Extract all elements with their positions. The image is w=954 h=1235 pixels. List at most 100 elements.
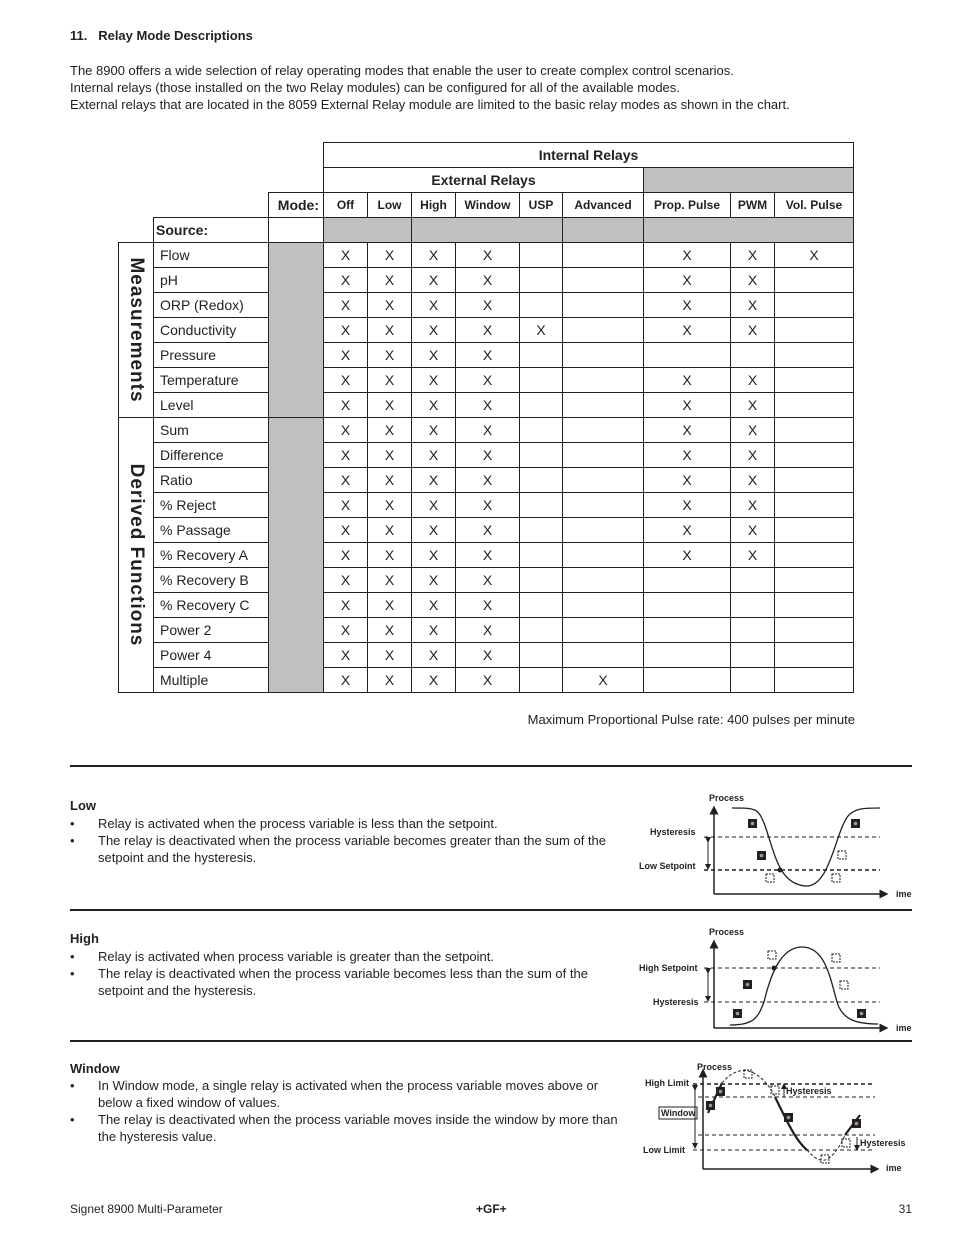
table-row: Ratio X X X X X X: [119, 467, 854, 493]
source-cell: % Recovery B: [153, 567, 269, 593]
x-axis-label: ime: [896, 889, 912, 899]
mode-support-cell: X: [643, 367, 731, 393]
mode-support-cell: X: [323, 567, 368, 593]
intro-line: External relays that are located in the …: [70, 97, 790, 112]
bullet-item: • The relay is deactivated when the proce…: [70, 832, 630, 866]
internal-relays-header: Internal Relays: [323, 142, 854, 168]
table-row: % Passage X X X X X X: [119, 517, 854, 543]
mode-support-cell: X: [730, 242, 775, 268]
mode-support-cell: X: [411, 242, 456, 268]
mode-support-cell: [774, 667, 854, 693]
table-row: Difference X X X X X X: [119, 442, 854, 468]
bullet-text: Relay is activated when the process vari…: [98, 816, 498, 831]
section-divider: [70, 1040, 912, 1042]
bullet-item: • Relay is activated when the process var…: [70, 816, 498, 831]
section-divider: [70, 909, 912, 911]
source-cell: Sum: [153, 417, 269, 443]
mode-support-cell: [519, 642, 563, 668]
section-title: 11. Relay Mode Descriptions: [70, 28, 253, 43]
mode-support-cell: [774, 342, 854, 368]
mode-support-cell: [562, 242, 644, 268]
shade-block: [323, 217, 412, 243]
mode-support-cell: [519, 592, 563, 618]
mode-support-cell: X: [367, 542, 412, 568]
mode-support-cell: X: [730, 542, 775, 568]
mode-support-cell: [774, 392, 854, 418]
mode-support-cell: [562, 442, 644, 468]
mode-support-cell: [519, 342, 563, 368]
bullet-item: • In Window mode, a single relay is activ…: [70, 1077, 630, 1111]
relay-on-markers: [733, 980, 866, 1018]
mode-support-cell: [643, 642, 731, 668]
source-cell: Power 2: [153, 617, 269, 643]
hysteresis-label: Hysteresis: [650, 827, 696, 837]
mode-support-cell: X: [730, 417, 775, 443]
mode-support-cell: [774, 567, 854, 593]
mode-support-cell: [774, 292, 854, 318]
max-pulse-note: Maximum Proportional Pulse rate: 400 pul…: [527, 712, 855, 727]
mode-support-cell: [519, 242, 563, 268]
mode-support-cell: X: [455, 242, 520, 268]
source-cell: ORP (Redox): [153, 292, 269, 318]
mode-support-cell: X: [367, 242, 412, 268]
mode-support-cell: X: [323, 667, 368, 693]
table-row: ORP (Redox) X X X X X X: [119, 292, 854, 318]
mode-support-cell: X: [455, 442, 520, 468]
mode-support-cell: X: [730, 317, 775, 343]
mode-support-cell: [519, 467, 563, 493]
intro-paragraph: The 8900 offers a wide selection of rela…: [70, 62, 790, 113]
setpoint-crossing: [777, 867, 783, 873]
mode-title-high: High: [70, 931, 99, 946]
mode-support-cell: [562, 292, 644, 318]
mode-support-cell: X: [367, 592, 412, 618]
mode-support-cell: X: [411, 417, 456, 443]
mode-support-cell: X: [455, 292, 520, 318]
mode-support-cell: X: [323, 517, 368, 543]
process-curve-on: [774, 1096, 808, 1151]
bullet-item: • Relay is activated when process variabl…: [70, 949, 494, 964]
mode-support-cell: X: [643, 467, 731, 493]
low-bullets: • Relay is activated when the process var…: [70, 815, 630, 866]
mode-support-cell: [643, 592, 731, 618]
window-mode-diagram: Process ime High Limit Low Limit Window …: [643, 1062, 906, 1174]
process-curve-off: [806, 1134, 846, 1161]
table-row: % Recovery CXXXX: [119, 592, 854, 618]
shade-block: [562, 217, 644, 243]
mode-support-cell: [562, 342, 644, 368]
mode-header: Vol. Pulse: [774, 192, 854, 218]
mode-support-cell: X: [367, 367, 412, 393]
mode-header: Window: [455, 192, 520, 218]
mode-support-cell: X: [323, 467, 368, 493]
mode-header: Low: [367, 192, 412, 218]
mode-support-cell: X: [367, 417, 412, 443]
mode-support-cell: X: [367, 567, 412, 593]
mode-support-cell: X: [411, 342, 456, 368]
group-label: Derived Functions: [126, 463, 147, 647]
relay-off-markers: [767, 950, 849, 990]
mode-support-cell: [774, 542, 854, 568]
mode-support-cell: [774, 467, 854, 493]
mode-support-cell: [562, 492, 644, 518]
bullet-text: The relay is deactivated when the proces…: [98, 1112, 618, 1144]
bullet-text: The relay is deactivated when the proces…: [98, 966, 588, 998]
mode-support-cell: X: [562, 667, 644, 693]
table-row: Power 2XXXX: [119, 617, 854, 643]
setpoint-label: Low Setpoint: [639, 861, 696, 871]
mode-support-cell: X: [730, 517, 775, 543]
header-row-external: External Relays: [119, 167, 854, 193]
mode-support-cell: [730, 667, 775, 693]
shaded-column: [268, 417, 324, 693]
mode-support-cell: [519, 492, 563, 518]
mode-title-low: Low: [70, 798, 96, 813]
footer-product: Signet 8900 Multi-Parameter: [70, 1202, 223, 1216]
mode-support-cell: X: [455, 592, 520, 618]
source-cell: % Recovery A: [153, 542, 269, 568]
external-relays-header: External Relays: [323, 167, 644, 193]
mode-support-cell: [519, 617, 563, 643]
mode-support-cell: [774, 417, 854, 443]
mode-support-cell: X: [643, 292, 731, 318]
mode-support-cell: X: [323, 417, 368, 443]
high-limit-label: High Limit: [645, 1078, 689, 1088]
table-row: % Recovery AXXXXXX: [119, 542, 854, 568]
x-axis-label: ime: [886, 1163, 902, 1173]
